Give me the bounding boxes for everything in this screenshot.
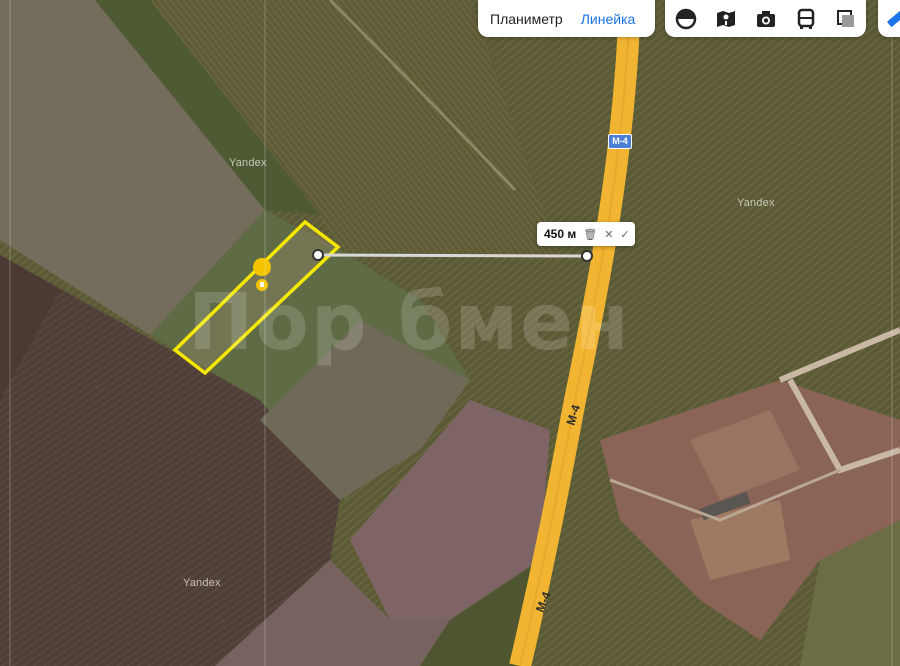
- trash-icon[interactable]: 🗑: [583, 228, 597, 241]
- highway-shield: М-4: [608, 134, 632, 149]
- ruler-tab[interactable]: Линейка: [581, 11, 636, 27]
- map-provider-label: Yandex: [183, 577, 221, 589]
- ruler-distance-popup: 450 м 🗑 ✕ ✓: [537, 222, 635, 246]
- ruler-icon[interactable]: [882, 6, 900, 32]
- check-icon[interactable]: ✓: [620, 228, 629, 241]
- map-layers-icon[interactable]: [673, 6, 699, 32]
- transit-icon[interactable]: [793, 6, 819, 32]
- close-icon[interactable]: ✕: [604, 228, 613, 241]
- panorama-icon[interactable]: [713, 6, 739, 32]
- photo-icon[interactable]: [753, 6, 779, 32]
- planimeter-tab[interactable]: Планиметр: [490, 11, 563, 27]
- layers-toolbar: [665, 0, 866, 37]
- measure-line: [317, 253, 588, 258]
- ruler-toolbar: [878, 0, 900, 37]
- measure-end-point[interactable]: [581, 250, 593, 262]
- map-provider-label: Yandex: [229, 157, 267, 169]
- measure-mode-toolbar: Планиметр Линейка: [478, 0, 655, 37]
- ruler-distance: 450 м: [544, 227, 577, 241]
- measure-start-point[interactable]: [312, 249, 324, 261]
- traffic-icon[interactable]: [833, 6, 859, 32]
- watermark: Пор бмен: [188, 278, 631, 368]
- map-provider-label: Yandex: [737, 197, 775, 209]
